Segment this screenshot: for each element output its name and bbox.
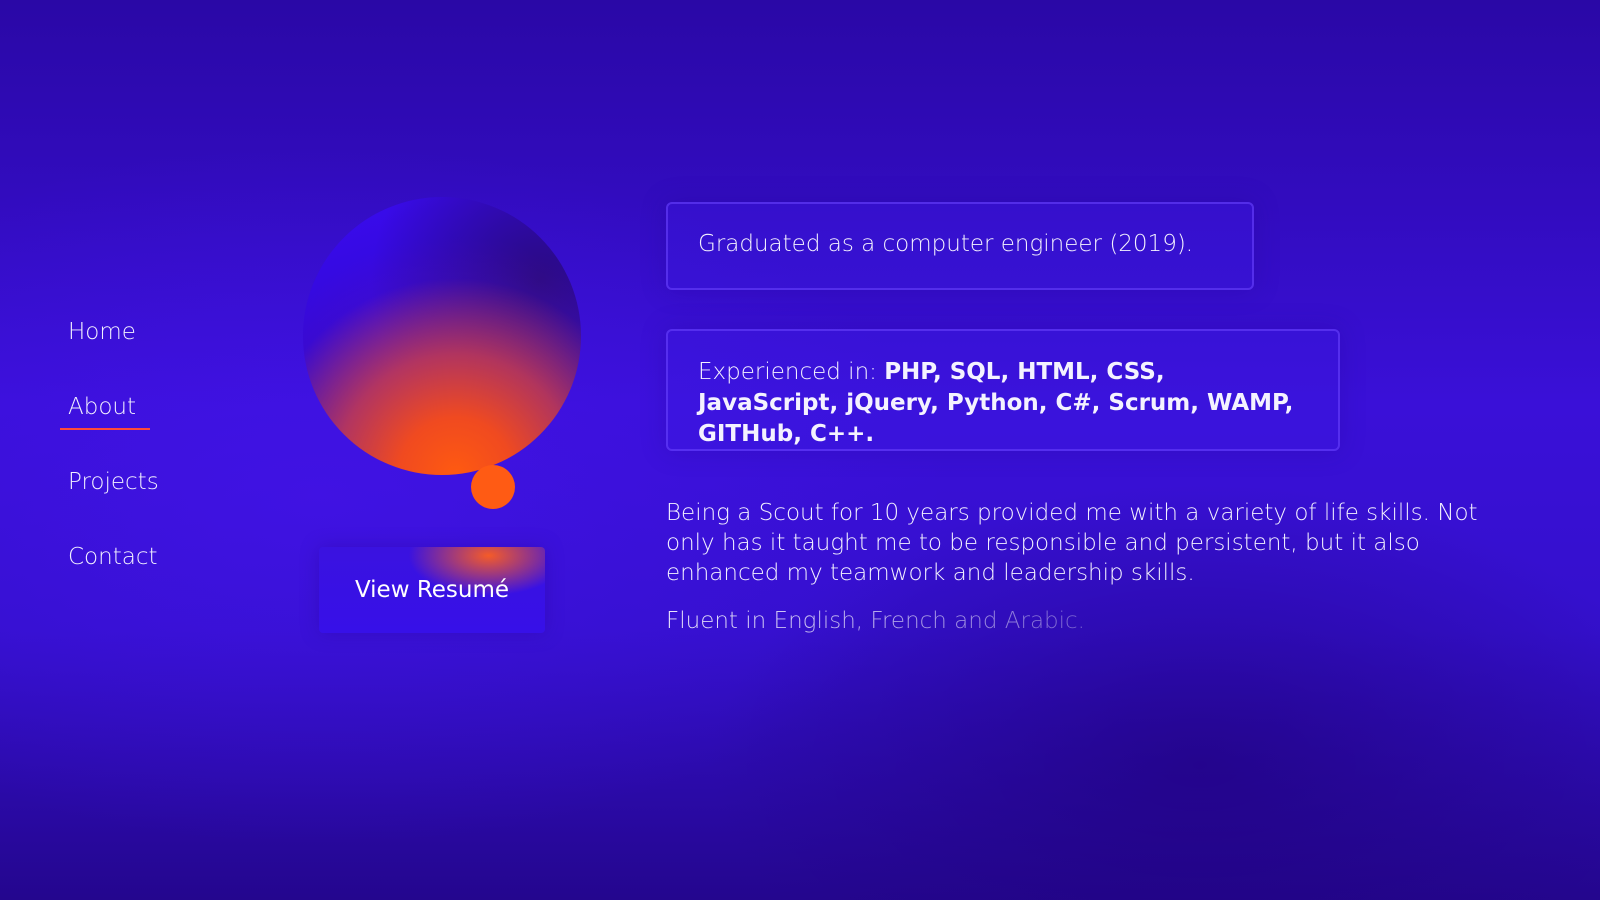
scout-paragraph: Being a Scout for 10 years provided me w… xyxy=(666,500,1478,586)
nav-item-label: Home xyxy=(68,318,136,345)
languages-text: Fluent in English, French and Arabic. xyxy=(666,608,1486,634)
active-underline xyxy=(60,427,150,430)
nav-item-label: About xyxy=(68,393,137,420)
nav-item-about[interactable]: About xyxy=(60,386,220,461)
graduation-card: Graduated as a computer engineer (2019). xyxy=(666,202,1254,290)
main-nav: Home About Projects Contact xyxy=(60,311,220,611)
nav-item-label: Projects xyxy=(68,468,159,495)
nav-item-contact[interactable]: Contact xyxy=(60,536,220,611)
experience-card: Experienced in: PHP, SQL, HTML, CSS, Jav… xyxy=(666,329,1340,451)
nav-item-label: Contact xyxy=(68,543,158,570)
view-resume-button[interactable]: View Resumé xyxy=(319,547,545,633)
experience-prefix: Experienced in: xyxy=(698,359,885,385)
gradient-orb-illustration xyxy=(303,197,581,475)
nav-item-projects[interactable]: Projects xyxy=(60,461,220,536)
graduation-text: Graduated as a computer engineer (2019). xyxy=(698,231,1194,257)
orange-dot-illustration xyxy=(471,465,515,509)
nav-item-home[interactable]: Home xyxy=(60,311,220,386)
